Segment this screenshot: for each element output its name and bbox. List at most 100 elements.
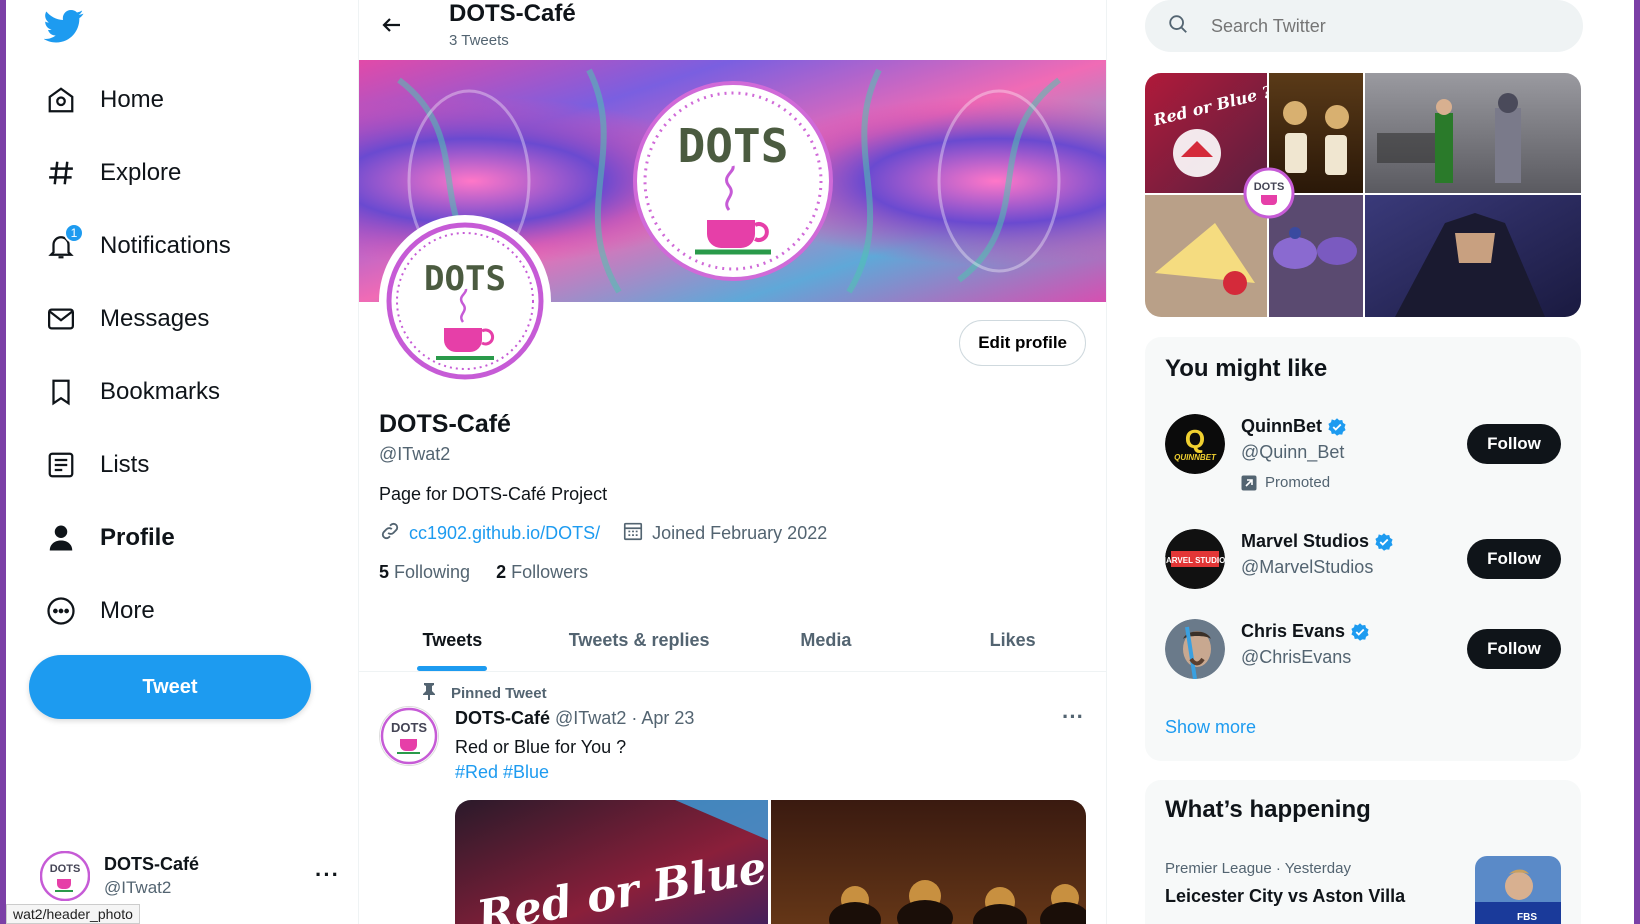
whats-happening-card: What’s happening Premier League · Yester…	[1145, 780, 1581, 924]
nav-label: More	[100, 597, 155, 624]
following-label: Following	[394, 562, 471, 582]
home-icon	[44, 83, 78, 117]
nav-bookmarks[interactable]: Bookmarks	[44, 364, 220, 420]
right-sidebar: Red or Blue ? DOTS You might like	[1145, 0, 1583, 924]
follow-button[interactable]: Follow	[1467, 539, 1561, 579]
svg-text:DOTS: DOTS	[50, 863, 81, 875]
tab-likes[interactable]: Likes	[919, 610, 1106, 671]
calendar-icon	[622, 520, 644, 547]
following-count: 5	[379, 562, 390, 582]
quinnbet-logo-text: QUINNBET	[1174, 453, 1217, 462]
tweet-text: Red or Blue for You ?	[455, 737, 627, 757]
search-icon	[1167, 13, 1189, 40]
nav-messages[interactable]: Messages	[44, 291, 209, 347]
nav-label: Messages	[100, 305, 210, 332]
tweet-author-name[interactable]: DOTS-Café	[455, 708, 550, 728]
suggestion-handle: @ChrisEvans	[1241, 647, 1352, 667]
verified-badge-icon	[1375, 532, 1393, 551]
bookmark-icon	[44, 375, 78, 409]
person-icon	[44, 521, 78, 555]
suggestion-chris-evans[interactable]: Chris Evans @ChrisEvans Follow	[1165, 619, 1561, 685]
tab-tweets-replies[interactable]: Tweets & replies	[546, 610, 733, 671]
profile-header-bar: DOTS-Café 3 Tweets	[359, 0, 1106, 58]
joined-date: Joined February 2022	[652, 523, 828, 543]
nav-label: Profile	[100, 524, 175, 551]
nav-explore[interactable]: Explore	[44, 145, 181, 201]
show-more-link[interactable]: Show more	[1165, 717, 1256, 738]
marvel-logo-text: MARVEL STUDIOS	[1165, 556, 1225, 565]
nav-lists[interactable]: Lists	[44, 437, 149, 493]
hashtag-icon	[44, 156, 78, 190]
trend-image-text: FBS	[1517, 912, 1537, 923]
suggestion-handle: @MarvelStudios	[1241, 557, 1374, 577]
search-bar[interactable]	[1145, 0, 1583, 52]
profile-media-grid[interactable]: Red or Blue ? DOTS	[1145, 73, 1581, 317]
account-name: DOTS-Café	[104, 854, 200, 874]
follow-button[interactable]: Follow	[1467, 629, 1561, 669]
trend-meta: Premier League · Yesterday	[1165, 860, 1351, 877]
trend-title[interactable]: Leicester City vs Aston Villa	[1165, 886, 1405, 907]
profile-meta: cc1902.github.io/DOTS/ Joined February 2…	[379, 520, 827, 547]
twitter-logo-icon[interactable]	[43, 6, 84, 46]
back-arrow-icon[interactable]	[377, 10, 407, 40]
profile-avatar[interactable]: DOTS	[379, 215, 551, 387]
tab-media[interactable]: Media	[733, 610, 920, 671]
tweet-hashtags[interactable]: #Red #Blue	[455, 762, 549, 783]
media-grid-logo: DOTS	[1254, 181, 1285, 193]
tweet-header: DOTS-Café @ITwat2 · Apr 23	[455, 708, 694, 729]
nav-label: Notifications	[100, 232, 231, 259]
tweet-media[interactable]: Red or Blue ?	[455, 800, 1086, 924]
profile-main: DOTS-Café 3 Tweets DOTS DOTS Edit profil…	[358, 0, 1107, 924]
profile-name: DOTS-Café	[379, 410, 511, 438]
tweet-button[interactable]: Tweet	[29, 655, 311, 719]
tweet-more-icon[interactable]: ···	[1062, 704, 1084, 730]
suggestion-marvel-studios[interactable]: MARVEL STUDIOS Marvel Studios @MarvelStu…	[1165, 529, 1561, 595]
tweet-avatar-text: DOTS	[391, 720, 427, 735]
profile-tabs: Tweets Tweets & replies Media Likes	[359, 610, 1106, 672]
trend-image[interactable]: FBS	[1475, 856, 1561, 924]
quinnbet-logo-letter: Q	[1185, 424, 1205, 454]
account-switcher[interactable]: DOTS DOTS-Café @ITwat2 ···	[39, 846, 340, 906]
profile-handle: @ITwat2	[379, 444, 451, 464]
suggestion-quinnbet[interactable]: Q QUINNBET QuinnBet @Quinn_Bet Promoted F…	[1165, 414, 1561, 491]
follow-button[interactable]: Follow	[1467, 424, 1561, 464]
sidebar-nav: Home Explore 1 Notifications Messages Bo…	[6, 0, 358, 924]
followers-link[interactable]: 2 Followers	[496, 562, 588, 583]
you-might-like-card: You might like Q QUINNBET QuinnBet @Quinn…	[1145, 337, 1581, 761]
following-link[interactable]: 5 Following	[379, 562, 470, 583]
nav-label: Explore	[100, 159, 182, 186]
suggestion-name: QuinnBet	[1241, 416, 1322, 436]
avatar: DOTS	[39, 850, 91, 902]
more-circle-icon	[44, 594, 78, 628]
promoted-icon	[1241, 475, 1257, 490]
pin-icon	[421, 682, 437, 704]
follow-counts: 5 Following 2 Followers	[379, 562, 588, 583]
search-input[interactable]	[1211, 15, 1551, 37]
verified-badge-icon	[1351, 622, 1369, 641]
more-horizontal-icon[interactable]: ···	[315, 862, 340, 888]
promoted-label: Promoted	[1241, 474, 1330, 491]
nav-label: Lists	[100, 451, 150, 478]
followers-label: Followers	[511, 562, 589, 582]
promoted-text: Promoted	[1265, 474, 1331, 491]
avatar: MARVEL STUDIOS	[1165, 529, 1225, 589]
nav-more[interactable]: More	[44, 583, 155, 639]
tab-tweets[interactable]: Tweets	[359, 610, 546, 671]
nav-notifications[interactable]: 1 Notifications	[44, 218, 231, 274]
edit-profile-button[interactable]: Edit profile	[959, 320, 1086, 366]
nav-home[interactable]: Home	[44, 72, 164, 128]
avatar	[1165, 619, 1225, 679]
account-handle: @ITwat2	[104, 878, 172, 897]
tweet-avatar[interactable]: DOTS	[379, 706, 439, 766]
avatar: Q QUINNBET	[1165, 414, 1225, 474]
page-title: DOTS-Café	[449, 0, 576, 27]
nav-profile[interactable]: Profile	[44, 510, 175, 566]
banner-logo-text: DOTS	[678, 119, 789, 173]
pinned-label: Pinned Tweet	[421, 682, 547, 704]
envelope-icon	[44, 302, 78, 336]
suggestion-handle: @Quinn_Bet	[1241, 442, 1345, 462]
suggestion-name: Marvel Studios	[1241, 531, 1370, 551]
verified-badge-icon	[1328, 417, 1346, 436]
tweet-count: 3 Tweets	[449, 32, 509, 49]
profile-website-link[interactable]: cc1902.github.io/DOTS/	[409, 523, 600, 544]
